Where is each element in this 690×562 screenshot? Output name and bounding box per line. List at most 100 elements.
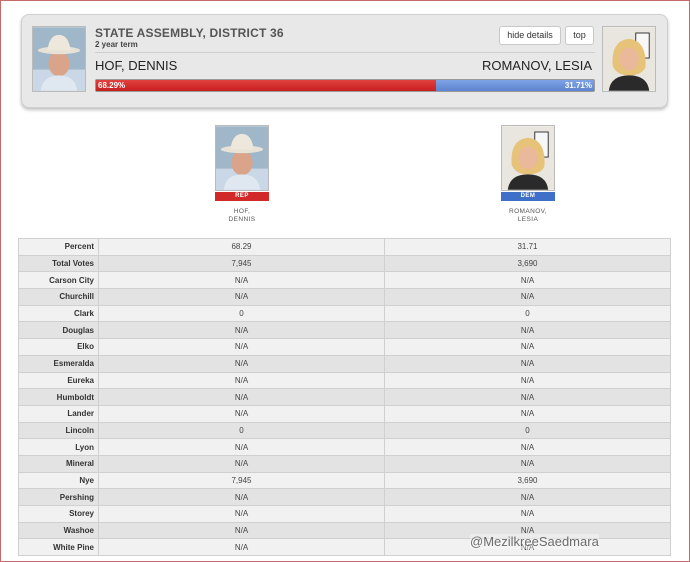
row-label: Pershing — [18, 488, 99, 506]
dem-detail-name-line1: ROMANOV, — [509, 208, 547, 215]
row-label: Eureka — [18, 371, 99, 390]
dem-value-cell: N/A — [384, 454, 671, 473]
table-row: Clark 0 0 — [18, 304, 671, 323]
dem-detail-name: ROMANOV, LESIA — [498, 208, 558, 224]
rep-value-cell: 0 — [98, 421, 385, 440]
rep-value-cell: N/A — [98, 488, 385, 506]
rep-value-cell: N/A — [98, 538, 385, 557]
rep-value-cell: N/A — [98, 321, 385, 340]
rep-detail-name: HOF, DENNIS — [212, 208, 272, 224]
dem-candidate-detail: DEM ROMANOV, LESIA — [498, 125, 558, 224]
dem-percent-label: 31.71% — [564, 81, 592, 90]
row-label: Washoe — [18, 521, 99, 540]
table-row: Mineral N/A N/A — [18, 454, 671, 473]
dem-value-cell: N/A — [384, 271, 671, 290]
rep-value-cell: N/A — [98, 371, 385, 390]
rep-value-cell: N/A — [98, 404, 385, 423]
dem-value-cell: N/A — [384, 321, 671, 340]
vote-share-bar: 68.29% 31.71% — [95, 79, 595, 92]
rep-value-cell: N/A — [98, 521, 385, 540]
dem-detail-name-line2: LESIA — [517, 216, 539, 223]
person-blonde-image — [502, 126, 554, 190]
rep-candidate-photo — [32, 26, 86, 92]
row-label: Total Votes — [18, 254, 99, 273]
dem-value-cell: 3,690 — [384, 254, 671, 273]
dem-value-cell: N/A — [384, 438, 671, 456]
rep-value-cell: 0 — [98, 304, 385, 323]
row-label: Mineral — [18, 454, 99, 473]
rep-value-cell: N/A — [98, 438, 385, 456]
row-label: Lyon — [18, 438, 99, 456]
row-label: Clark — [18, 304, 99, 323]
watermark-text: @MezilkreeSaedmara — [470, 534, 599, 549]
rep-value-cell: N/A — [98, 388, 385, 406]
table-row: Eureka N/A N/A — [18, 371, 671, 390]
table-row: Nye 7,945 3,690 — [18, 471, 671, 490]
table-row: Douglas N/A N/A — [18, 321, 671, 340]
table-row: Storey N/A N/A — [18, 505, 671, 523]
dem-value-cell: N/A — [384, 338, 671, 356]
dem-value-cell: 0 — [384, 304, 671, 323]
person-cowboy-hat-image — [216, 126, 268, 190]
county-results-table: Percent 68.29 31.71 Total Votes 7,945 3,690 Ca… — [18, 238, 671, 557]
rep-detail-name-line1: HOF, — [233, 208, 251, 215]
row-label: Carson City — [18, 271, 99, 290]
dem-value-cell: N/A — [384, 288, 671, 306]
rep-value-cell: 68.29 — [98, 238, 385, 256]
row-label: Percent — [18, 238, 99, 256]
table-row: Total Votes 7,945 3,690 — [18, 254, 671, 273]
dem-party-badge: DEM — [501, 192, 555, 201]
dem-value-cell: N/A — [384, 488, 671, 506]
dem-value-cell: 31.71 — [384, 238, 671, 256]
table-row: Churchill N/A N/A — [18, 288, 671, 306]
header-divider — [95, 52, 595, 53]
dem-value-cell: 0 — [384, 421, 671, 440]
dem-value-cell: N/A — [384, 505, 671, 523]
race-term: 2 year term — [95, 40, 138, 49]
row-label: Lander — [18, 404, 99, 423]
row-label: Lincoln — [18, 421, 99, 440]
race-summary-card: STATE ASSEMBLY, DISTRICT 36 2 year term … — [21, 14, 668, 108]
rep-detail-name-line2: DENNIS — [228, 216, 256, 223]
rep-candidate-detail: REP HOF, DENNIS — [212, 125, 272, 224]
table-row: Lyon N/A N/A — [18, 438, 671, 456]
table-row: Lander N/A N/A — [18, 404, 671, 423]
table-row: Lincoln 0 0 — [18, 421, 671, 440]
hide-details-button[interactable]: hide details — [499, 26, 561, 45]
top-button[interactable]: top — [565, 26, 594, 45]
row-label: Storey — [18, 505, 99, 523]
dem-value-cell: N/A — [384, 404, 671, 423]
rep-value-cell: 7,945 — [98, 471, 385, 490]
rep-party-badge: REP — [215, 192, 269, 201]
rep-detail-photo — [215, 125, 269, 191]
row-label: White Pine — [18, 538, 99, 557]
dem-candidate-name: ROMANOV, LESIA — [481, 58, 592, 73]
row-label: Humboldt — [18, 388, 99, 406]
person-blonde-image — [603, 27, 655, 91]
dem-value-cell: N/A — [384, 388, 671, 406]
dem-candidate-photo — [602, 26, 656, 92]
race-title: STATE ASSEMBLY, DISTRICT 36 — [95, 26, 284, 40]
rep-value-cell: N/A — [98, 271, 385, 290]
rep-value-cell: 7,945 — [98, 254, 385, 273]
table-row: Esmeralda N/A N/A — [18, 354, 671, 373]
dem-value-cell: N/A — [384, 371, 671, 390]
rep-percent-label: 68.29% — [98, 81, 126, 90]
person-cowboy-hat-image — [33, 27, 85, 91]
row-label: Nye — [18, 471, 99, 490]
rep-value-cell: N/A — [98, 505, 385, 523]
dem-value-cell: 3,690 — [384, 471, 671, 490]
rep-vote-share-fill — [96, 80, 437, 91]
dem-detail-photo — [501, 125, 555, 191]
row-label: Elko — [18, 338, 99, 356]
rep-value-cell: N/A — [98, 338, 385, 356]
table-row: Percent 68.29 31.71 — [18, 238, 671, 256]
row-label: Douglas — [18, 321, 99, 340]
row-label: Esmeralda — [18, 354, 99, 373]
table-row: Humboldt N/A N/A — [18, 388, 671, 406]
row-label: Churchill — [18, 288, 99, 306]
results-table-body: Percent 68.29 31.71 Total Votes 7,945 3,690 Ca… — [18, 238, 671, 557]
table-row: Pershing N/A N/A — [18, 488, 671, 506]
rep-value-cell: N/A — [98, 454, 385, 473]
dem-value-cell: N/A — [384, 354, 671, 373]
